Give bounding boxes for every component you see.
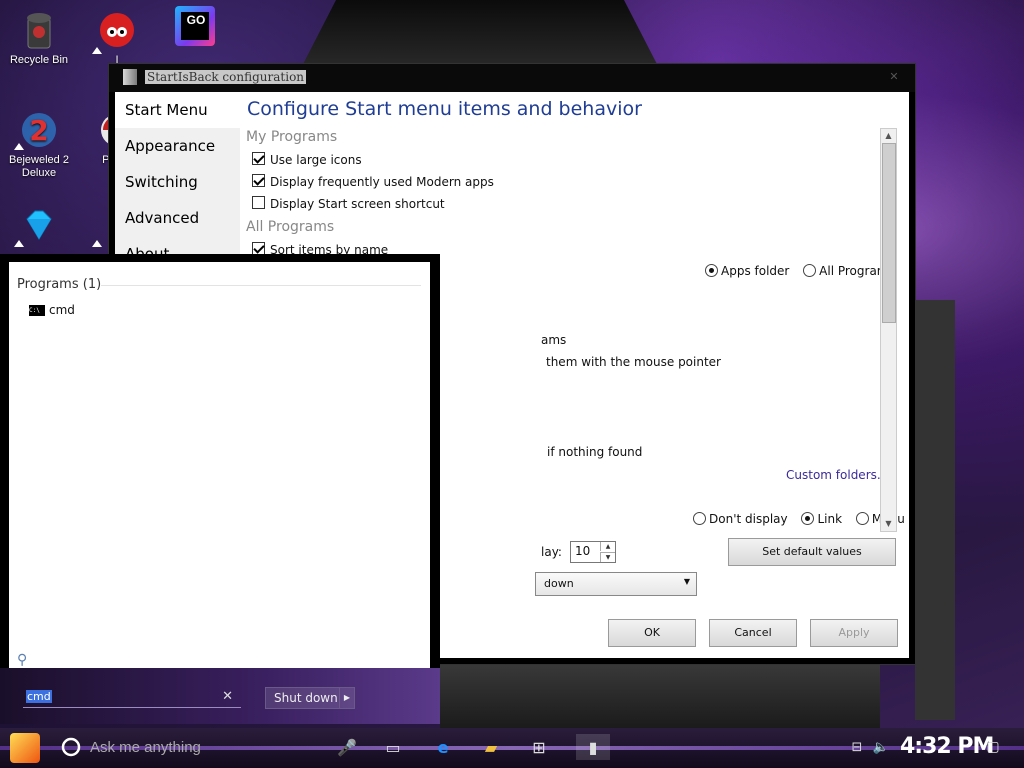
volume-icon[interactable]: 🔈 bbox=[868, 734, 894, 760]
chevron-down-icon: ▼ bbox=[683, 577, 690, 586]
shortcut-arrow-icon bbox=[92, 47, 102, 54]
radio-label: Don't display bbox=[709, 512, 788, 526]
search-icon: ⚲ bbox=[17, 652, 28, 668]
checkbox-label: Use large icons bbox=[270, 153, 362, 167]
radio-apps-folder[interactable] bbox=[705, 264, 718, 277]
checkbox-large-icons[interactable]: Use large icons bbox=[252, 152, 362, 167]
red-creature-icon bbox=[97, 10, 137, 50]
display-count-label: lay: bbox=[541, 545, 562, 559]
goland-text: GO bbox=[181, 12, 209, 40]
sidebar-item-appearance[interactable]: Appearance bbox=[115, 128, 240, 164]
desktop-icon-recycle-bin[interactable]: Recycle Bin bbox=[4, 10, 74, 67]
checkbox-label: Display frequently used Modern apps bbox=[270, 175, 494, 189]
startisback-icon bbox=[123, 69, 137, 85]
close-button[interactable]: ✕ bbox=[883, 70, 905, 86]
shortcut-arrow-icon bbox=[14, 143, 24, 150]
chevron-right-icon[interactable]: ▶ bbox=[339, 688, 354, 708]
option-text-fragment: if nothing found bbox=[547, 445, 643, 459]
start-button[interactable] bbox=[10, 733, 40, 763]
config-title-bar[interactable]: StartIsBack configuration ✕ bbox=[109, 64, 915, 92]
radio-link[interactable] bbox=[801, 512, 815, 525]
custom-folders-link[interactable]: Custom folders... bbox=[786, 468, 888, 482]
search-value: cmd bbox=[26, 690, 52, 703]
result-item-cmd[interactable]: cmd bbox=[49, 303, 75, 317]
store-icon[interactable]: ⊞ bbox=[526, 734, 552, 760]
dropdown-value: down bbox=[544, 577, 574, 590]
scroll-thumb[interactable] bbox=[882, 143, 896, 323]
wallpaper-figure bbox=[300, 0, 660, 70]
sidebar-item-switching[interactable]: Switching bbox=[115, 164, 240, 200]
spinner-up-icon[interactable]: ▲ bbox=[600, 542, 615, 551]
shortcut-arrow-icon bbox=[14, 240, 24, 247]
radio-menu[interactable] bbox=[855, 512, 869, 525]
set-default-values-button[interactable]: Set default values bbox=[728, 538, 896, 566]
desktop-icon-goland[interactable]: GO bbox=[160, 6, 230, 50]
section-all-programs: All Programs bbox=[246, 219, 335, 235]
clear-search-icon[interactable]: ✕ bbox=[222, 689, 233, 704]
file-explorer-icon[interactable]: ▰ bbox=[478, 734, 504, 760]
ok-button[interactable]: OK bbox=[608, 619, 696, 647]
spinner-down-icon[interactable]: ▼ bbox=[600, 552, 615, 562]
cortana-icon[interactable] bbox=[60, 736, 82, 758]
desktop-icon-label: Bejeweled 2 Deluxe bbox=[9, 154, 69, 179]
window-title: StartIsBack configuration bbox=[145, 70, 307, 84]
cancel-button[interactable]: Cancel bbox=[709, 619, 797, 647]
header-divider bbox=[101, 285, 421, 286]
checkbox-box[interactable] bbox=[252, 174, 265, 187]
sidebar-item-start-menu[interactable]: Start Menu bbox=[115, 92, 240, 128]
wallpaper-figure-lower bbox=[440, 660, 880, 728]
apply-button[interactable]: Apply bbox=[810, 619, 898, 647]
checkbox-box[interactable] bbox=[252, 152, 265, 165]
checkbox-modern-apps[interactable]: Display frequently used Modern apps bbox=[252, 174, 494, 189]
desktop-icon-label: Recycle Bin bbox=[9, 54, 69, 66]
cortana-search-box[interactable]: Ask me anything bbox=[90, 739, 201, 756]
display-count-spinner[interactable]: 10 ▲ ▼ bbox=[570, 541, 616, 563]
programs-header: Programs (1) bbox=[17, 277, 102, 292]
microphone-icon[interactable]: 🎤 bbox=[334, 734, 360, 760]
view-radio-group: Apps folder All Programs bbox=[695, 264, 895, 278]
bejeweled-icon: 2 bbox=[19, 110, 59, 150]
dropdown-select[interactable]: down ▼ bbox=[535, 572, 697, 596]
shutdown-label: Shut down bbox=[274, 691, 338, 705]
edge-icon[interactable]: e bbox=[430, 734, 456, 760]
task-view-icon[interactable]: ▭ bbox=[380, 734, 406, 760]
scroll-down-icon[interactable]: ▼ bbox=[881, 517, 896, 531]
radio-label: Apps folder bbox=[721, 264, 790, 278]
option-text-fragment: ams bbox=[541, 333, 567, 347]
folder-radio-group: Don't display Link Menu bbox=[683, 512, 905, 526]
network-icon[interactable]: ⊟ bbox=[844, 734, 870, 760]
section-my-programs: My Programs bbox=[246, 129, 338, 145]
wallpaper-figure-side bbox=[915, 300, 955, 720]
taskbar: Ask me anything 🎤 ▭ e ▰ ⊞ ▮ ⊟ 🔈 4:32 PM … bbox=[0, 728, 1024, 768]
search-results-panel: Programs (1) C:\ cmd ⚲ bbox=[9, 262, 430, 670]
checkbox-label: Display Start screen shortcut bbox=[270, 197, 445, 211]
diamond-icon bbox=[19, 205, 59, 245]
spinner-value: 10 bbox=[575, 544, 591, 558]
shortcut-arrow-icon bbox=[92, 240, 102, 247]
shutdown-button[interactable]: Shut down ▶ bbox=[265, 687, 355, 709]
start-menu: Programs (1) C:\ cmd ⚲ cmd ✕ Shut down ▶ bbox=[0, 254, 440, 724]
action-center-icon[interactable]: ▢ bbox=[980, 734, 1006, 760]
start-search-input[interactable]: cmd ✕ bbox=[23, 689, 241, 708]
page-heading: Configure Start menu items and behavior bbox=[247, 98, 642, 120]
recycle-bin-icon bbox=[19, 10, 59, 50]
scroll-up-icon[interactable]: ▲ bbox=[881, 129, 896, 143]
checkbox-box[interactable] bbox=[252, 196, 265, 209]
sidebar-item-advanced[interactable]: Advanced bbox=[115, 200, 240, 236]
cmd-icon: C:\ bbox=[29, 305, 45, 316]
vertical-scrollbar[interactable]: ▲ ▼ bbox=[880, 128, 897, 532]
radio-label: Link bbox=[817, 512, 843, 526]
goland-icon: GO bbox=[175, 6, 215, 46]
radio-dont-display[interactable] bbox=[693, 512, 706, 525]
svg-text:2: 2 bbox=[29, 114, 48, 147]
startisback-taskbar-icon[interactable]: ▮ bbox=[576, 734, 610, 760]
checkbox-start-screen-shortcut[interactable]: Display Start screen shortcut bbox=[252, 196, 445, 211]
radio-all-programs[interactable] bbox=[803, 264, 817, 277]
option-text-fragment: them with the mouse pointer bbox=[546, 355, 721, 369]
